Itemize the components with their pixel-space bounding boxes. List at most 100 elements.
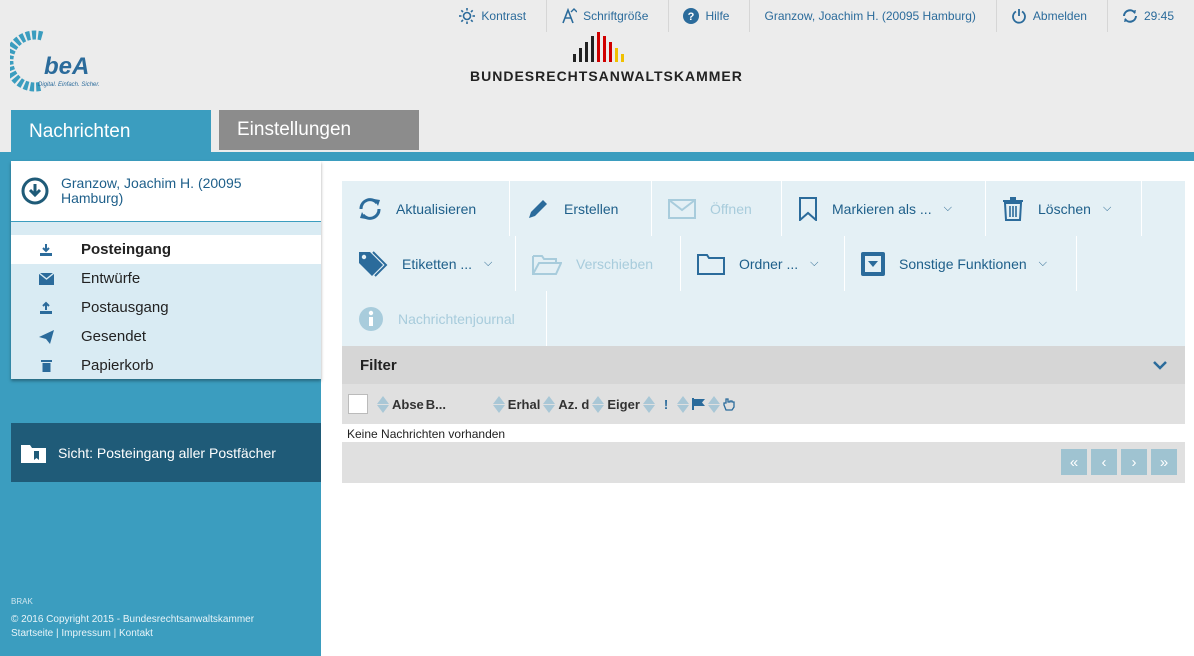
last-page-button[interactable]: » xyxy=(1151,449,1177,475)
chevron-down-icon: ⌵ xyxy=(943,202,952,214)
move-button[interactable]: Verschieben xyxy=(516,236,681,291)
select-all-checkbox[interactable] xyxy=(348,394,368,414)
delete-label: Löschen xyxy=(1038,200,1091,217)
tab-einstellungen[interactable]: Einstellungen xyxy=(219,110,419,150)
main-tabs: Nachrichten Einstellungen xyxy=(11,110,419,152)
view-selector[interactable]: Sicht: Posteingang aller Postfächer xyxy=(11,423,321,482)
sort-arrows-icon[interactable] xyxy=(677,395,690,413)
font-size-icon xyxy=(562,8,578,24)
caret-square-icon xyxy=(861,251,885,276)
folder-button[interactable]: Ordner ... ⌵ xyxy=(681,236,845,291)
sidebar-footer: BRAK © 2016 Copyright 2015 - Bundesrecht… xyxy=(11,595,254,641)
folder-gesendet[interactable]: Gesendet xyxy=(11,322,321,351)
sort-arrows-icon[interactable] xyxy=(592,395,605,413)
create-label: Erstellen xyxy=(564,200,619,217)
message-journal-label: Nachrichtenjournal xyxy=(398,310,515,327)
footer-link-startseite[interactable]: Startseite xyxy=(11,628,53,639)
bookmark-icon xyxy=(799,196,817,221)
folder-label: Entwürfe xyxy=(81,270,141,287)
chevron-down-icon xyxy=(1153,361,1167,370)
table-header: Abse B... Erhal Az. d Eiger ! xyxy=(342,384,1185,424)
pagination: « ‹ › » xyxy=(1061,449,1177,475)
sort-arrows-icon[interactable] xyxy=(377,395,389,413)
footer-link-impressum[interactable]: Impressum xyxy=(61,628,110,639)
brak-bars-icon xyxy=(470,28,726,62)
help-icon: ? xyxy=(683,8,700,24)
mailbox-download-icon xyxy=(21,177,49,205)
user-info: Granzow, Joachim H. (20095 Hamburg) xyxy=(749,0,995,32)
power-icon xyxy=(1012,9,1026,24)
brak-mini-logo: BRAK xyxy=(11,597,33,606)
message-toolbar: Aktualisieren Erstellen Öffnen Markieren… xyxy=(342,181,1185,346)
flag-icon[interactable] xyxy=(692,398,706,410)
labels-label: Etiketten ... xyxy=(402,255,473,272)
refresh-button[interactable]: Aktualisieren xyxy=(342,181,510,236)
tab-nachrichten[interactable]: Nachrichten xyxy=(11,110,211,152)
sort-arrows-icon[interactable] xyxy=(708,395,721,413)
sort-arrows-icon[interactable] xyxy=(543,395,556,413)
labels-button[interactable]: Etiketten ... ⌵ xyxy=(342,236,516,291)
column-priority[interactable]: ! xyxy=(664,397,668,412)
other-functions-button[interactable]: Sonstige Funktionen ⌵ xyxy=(845,236,1077,291)
message-journal-button[interactable]: Nachrichtenjournal xyxy=(342,291,547,346)
folder-label: Ordner ... xyxy=(739,255,799,272)
folder-label: Papierkorb xyxy=(81,357,154,374)
filter-bar[interactable]: Filter xyxy=(342,346,1185,384)
column-sender[interactable]: Abse xyxy=(392,397,424,412)
trash-icon xyxy=(11,359,81,372)
paper-plane-icon xyxy=(11,329,81,344)
bea-logo-text: beA xyxy=(44,53,89,80)
header: Kontrast Schriftgröße ? Hilfe Granzow, J… xyxy=(0,0,1194,152)
chevron-down-icon: ⌵ xyxy=(1102,202,1112,214)
chevron-down-icon: ⌵ xyxy=(810,257,819,269)
pencil-icon xyxy=(529,199,547,218)
refresh-icon xyxy=(1122,9,1137,23)
sort-arrows-icon[interactable] xyxy=(492,395,505,413)
open-button[interactable]: Öffnen xyxy=(652,181,782,236)
message-table: Abse B... Erhal Az. d Eiger ! Keine Nach… xyxy=(342,384,1185,483)
empty-message: Keine Nachrichten vorhanden xyxy=(342,424,1185,442)
folder-postausgang[interactable]: Postausgang xyxy=(11,293,321,322)
column-received[interactable]: Erhal xyxy=(508,397,541,412)
refresh-label: Aktualisieren xyxy=(396,200,477,217)
font-size-label: Schriftgröße xyxy=(583,9,649,23)
prev-page-button[interactable]: ‹ xyxy=(1091,449,1117,475)
refresh-icon xyxy=(359,197,381,220)
folder-posteingang[interactable]: Posteingang xyxy=(11,235,321,264)
brak-logo[interactable]: BUNDESRECHTSANWALTSKAMMER xyxy=(470,28,743,88)
mark-as-button[interactable]: Markieren als ... ⌵ xyxy=(782,181,986,236)
column-subject[interactable]: B... xyxy=(426,397,466,412)
inbox-download-icon xyxy=(11,243,81,257)
hand-icon[interactable] xyxy=(723,397,735,411)
view-label: Sicht: Posteingang aller Postfächer xyxy=(58,444,276,461)
chevron-down-icon: ⌵ xyxy=(484,257,493,269)
brak-name: BUNDESRECHTSANWALTSKAMMER xyxy=(470,68,743,84)
mark-as-label: Markieren als ... xyxy=(832,200,932,217)
column-reference[interactable]: Az. d xyxy=(558,397,589,412)
folder-papierkorb[interactable]: Papierkorb xyxy=(11,351,321,380)
move-label: Verschieben xyxy=(576,255,654,272)
sort-arrows-icon[interactable] xyxy=(642,395,655,413)
mailbox-header[interactable]: Granzow, Joachim H. (20095 Hamburg) xyxy=(11,161,321,222)
envelope-icon xyxy=(668,198,696,219)
help-label: Hilfe xyxy=(705,9,730,23)
first-page-button[interactable]: « xyxy=(1061,449,1087,475)
folder-open-icon xyxy=(532,254,562,275)
folder-list: Posteingang Entwürfe Postausgang Gesende… xyxy=(11,222,321,379)
footer-link-kontakt[interactable]: Kontakt xyxy=(119,628,153,639)
bea-logo[interactable]: beA Digital. Einfach. Sicher. xyxy=(4,30,130,92)
folder-entwuerfe[interactable]: Entwürfe xyxy=(11,264,321,293)
logout-button[interactable]: Abmelden xyxy=(995,0,1107,32)
outbox-upload-icon xyxy=(11,301,81,315)
copyright-text: © 2016 Copyright 2015 - Bundesrechtsanwa… xyxy=(11,614,255,625)
create-button[interactable]: Erstellen xyxy=(510,181,652,236)
next-page-button[interactable]: › xyxy=(1121,449,1147,475)
column-own[interactable]: Eiger xyxy=(607,397,640,412)
delete-button[interactable]: Löschen ⌵ xyxy=(986,181,1142,236)
session-timer[interactable]: 29:45 xyxy=(1106,0,1194,32)
open-label: Öffnen xyxy=(710,200,752,217)
envelope-icon xyxy=(11,272,81,285)
folder-label: Gesendet xyxy=(81,328,147,345)
folder-label: Posteingang xyxy=(81,241,172,258)
session-time: 29:45 xyxy=(1143,9,1174,23)
